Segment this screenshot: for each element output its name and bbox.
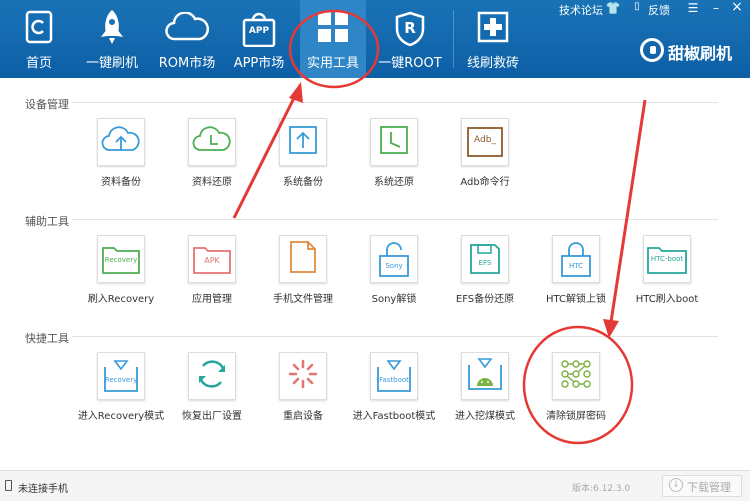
file-icon xyxy=(288,240,318,278)
phone-icon xyxy=(5,480,12,491)
section-divider xyxy=(72,336,718,337)
htc-boot-badge: HTC-boot xyxy=(650,255,684,263)
fastboot-badge: Fastboot xyxy=(379,376,409,384)
close-button[interactable]: × xyxy=(729,0,745,15)
tool-factory-reset[interactable]: 恢复出厂设置 xyxy=(167,352,257,447)
title-bar: 首页 一键刷机 ROM市场 APP APP市场 实用工具 R 一键ROOT 线刷… xyxy=(0,0,750,78)
nav-utilities[interactable]: 实用工具 xyxy=(300,0,366,78)
recovery-mode-icon: Recovery xyxy=(103,359,139,393)
tool-enter-fastboot-mode[interactable]: Fastboot 进入Fastboot模式 xyxy=(349,352,439,447)
section-divider xyxy=(72,219,718,220)
app-badge: APP xyxy=(248,26,270,36)
tool-efs-backup[interactable]: EFS EFS备份还原 xyxy=(440,235,530,330)
device-status: 未连接手机 xyxy=(18,484,68,495)
tool-system-backup[interactable]: 系统备份 xyxy=(258,118,348,213)
feedback-icon[interactable]: ▯ xyxy=(629,1,645,12)
version-label: 版本:6.12.3.0 xyxy=(572,484,631,494)
nav-label: 一键ROOT xyxy=(378,56,442,71)
htc-boot-icon: HTC-boot xyxy=(647,244,687,274)
adb-terminal-icon: Adb_ xyxy=(467,127,503,157)
brand-pepper-icon xyxy=(640,38,664,62)
tool-htc-flash-boot[interactable]: HTC-boot HTC刷入boot xyxy=(622,235,712,330)
sony-unlock-icon: Sony xyxy=(378,241,410,277)
root-badge: R xyxy=(404,19,416,37)
tool-enter-recovery-mode[interactable]: Recovery 进入Recovery模式 xyxy=(76,352,166,447)
tool-label: Adb命令行 xyxy=(460,177,510,188)
cloud-clock-icon xyxy=(192,124,232,160)
fastboot-mode-icon: Fastboot xyxy=(376,359,412,393)
tool-sony-unlock[interactable]: Sony Sony解锁 xyxy=(349,235,439,330)
efs-badge: EFS xyxy=(478,259,492,267)
recovery-badge: Recovery xyxy=(104,256,138,264)
minimize-button[interactable]: – xyxy=(708,1,724,15)
efs-disk-icon: EFS xyxy=(469,243,501,275)
reboot-icon xyxy=(287,358,319,394)
htc-lock-icon: HTC xyxy=(560,241,592,277)
nav-one-click-root[interactable]: R 一键ROOT xyxy=(374,0,446,78)
section-title-quick-tools: 快捷工具 xyxy=(25,332,69,345)
pattern-lock-icon xyxy=(559,359,593,393)
section-divider xyxy=(72,102,718,103)
skin-icon[interactable]: 👕 xyxy=(605,1,621,15)
tool-data-restore[interactable]: 资料还原 xyxy=(167,118,257,213)
htc-badge: HTC xyxy=(568,262,584,270)
tool-clear-lock-screen-password[interactable]: 清除锁屏密码 xyxy=(531,352,621,447)
tool-htc-unlock[interactable]: HTC HTC解锁上锁 xyxy=(531,235,621,330)
download-mode-icon xyxy=(467,357,503,395)
download-icon: ↓ xyxy=(669,478,683,492)
tool-label: HTC刷入boot xyxy=(635,294,699,305)
nav-label: 线刷救砖 xyxy=(466,56,519,71)
tool-data-backup[interactable]: 资料备份 xyxy=(76,118,166,213)
brick-repair-icon xyxy=(477,11,509,47)
tool-reboot-device[interactable]: 重启设备 xyxy=(258,352,348,447)
nav-one-click-flash[interactable]: 一键刷机 xyxy=(76,0,148,78)
menu-icon[interactable]: ☰ xyxy=(685,1,701,15)
grid-icon xyxy=(317,11,349,47)
tool-adb-command[interactable]: Adb_ Adb命令行 xyxy=(440,118,530,213)
factory-reset-icon xyxy=(195,357,229,395)
tool-app-management[interactable]: APK 应用管理 xyxy=(167,235,257,330)
cloud-upload-icon xyxy=(101,124,141,160)
nav-brick-repair[interactable]: 线刷救砖 xyxy=(457,0,529,78)
cloud-icon xyxy=(165,11,209,46)
root-shield-icon: R xyxy=(395,11,425,47)
tool-system-restore[interactable]: 系统还原 xyxy=(349,118,439,213)
status-bar: 未连接手机 版本:6.12.3.0 ↓ 下载管理 xyxy=(0,470,750,501)
recovery-mode-badge: Recovery xyxy=(104,376,138,384)
forum-link[interactable]: 技术论坛 xyxy=(559,2,603,18)
brand-logo: 甜椒刷机 xyxy=(640,38,750,64)
download-manager-label: 下载管理 xyxy=(687,481,731,494)
nav-home[interactable]: 首页 xyxy=(3,0,75,78)
sony-badge: Sony xyxy=(385,262,403,270)
annotation-arrowhead xyxy=(289,82,303,103)
tool-flash-recovery[interactable]: Recovery 刷入Recovery xyxy=(76,235,166,330)
nav-app-market[interactable]: APP APP市场 xyxy=(223,0,295,78)
apk-badge: APK xyxy=(204,256,220,265)
section-title-device-management: 设备管理 xyxy=(25,98,69,111)
rocket-icon xyxy=(98,9,126,49)
upload-box-icon xyxy=(287,124,319,160)
download-manager-button[interactable]: ↓ 下载管理 xyxy=(662,475,742,497)
home-icon xyxy=(25,10,53,48)
app-bag-icon: APP xyxy=(242,11,276,48)
recovery-folder-icon: Recovery xyxy=(102,244,140,274)
section-title-auxiliary-tools: 辅助工具 xyxy=(25,215,69,228)
adb-badge: Adb_ xyxy=(474,135,496,145)
apk-folder-icon: APK xyxy=(193,244,231,274)
brand-name: 甜椒刷机 xyxy=(668,44,733,63)
tool-label: 清除锁屏密码 xyxy=(546,411,606,422)
tool-file-manager[interactable]: 手机文件管理 xyxy=(258,235,348,330)
feedback-link[interactable]: 反馈 xyxy=(648,2,670,18)
clock-box-icon xyxy=(378,124,410,160)
tool-enter-download-mode[interactable]: 进入挖煤模式 xyxy=(440,352,530,447)
